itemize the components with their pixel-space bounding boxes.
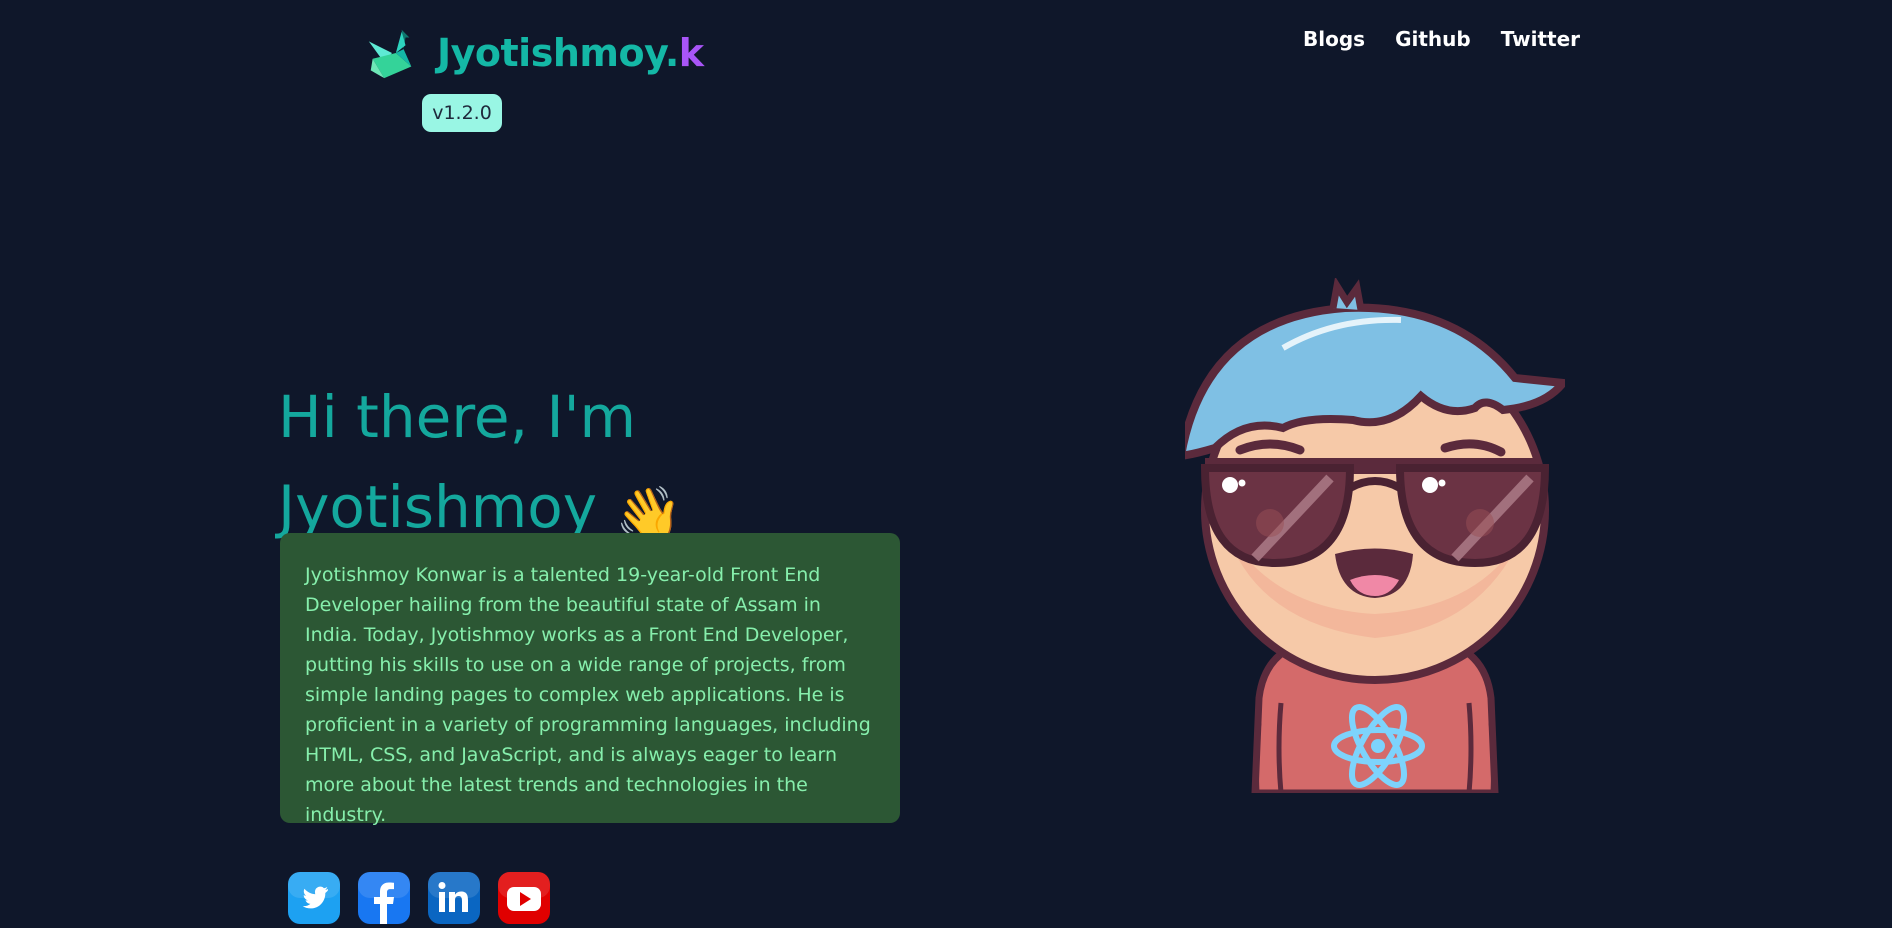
version-badge: v1.2.0	[422, 94, 502, 132]
hero-heading-line-1: Hi there, I'm	[278, 383, 637, 451]
linkedin-icon	[428, 872, 480, 924]
twitter-icon	[288, 872, 340, 924]
linkedin-link[interactable]	[428, 872, 480, 924]
home-logo-link[interactable]: Jyotishmoy.k	[363, 24, 704, 82]
brand-name: Jyotishmoy.k	[437, 34, 704, 72]
bio-card: Jyotishmoy Konwar is a talented 19-year-…	[280, 533, 900, 826]
nav-link-github[interactable]: Github	[1395, 26, 1471, 52]
nav-link-blogs[interactable]: Blogs	[1303, 26, 1365, 52]
facebook-icon	[358, 872, 410, 924]
hero-heading: Hi there, I'm Jyotishmoy 👋	[278, 372, 682, 552]
top-nav: Blogs Github Twitter	[1303, 26, 1580, 52]
social-links	[288, 872, 550, 924]
brand-name-main: Jyotishmoy.	[437, 31, 679, 75]
youtube-link[interactable]	[498, 872, 550, 924]
nav-link-twitter[interactable]: Twitter	[1501, 26, 1580, 52]
youtube-icon	[498, 872, 550, 924]
bio-text: Jyotishmoy Konwar is a talented 19-year-…	[305, 564, 871, 826]
brand-name-accent: k	[678, 31, 704, 75]
developer-avatar-illustration	[1185, 278, 1565, 793]
facebook-link[interactable]	[358, 872, 410, 924]
origami-bird-icon	[368, 29, 412, 79]
twitter-link[interactable]	[288, 872, 340, 924]
hero-heading-name: Jyotishmoy	[278, 473, 598, 541]
